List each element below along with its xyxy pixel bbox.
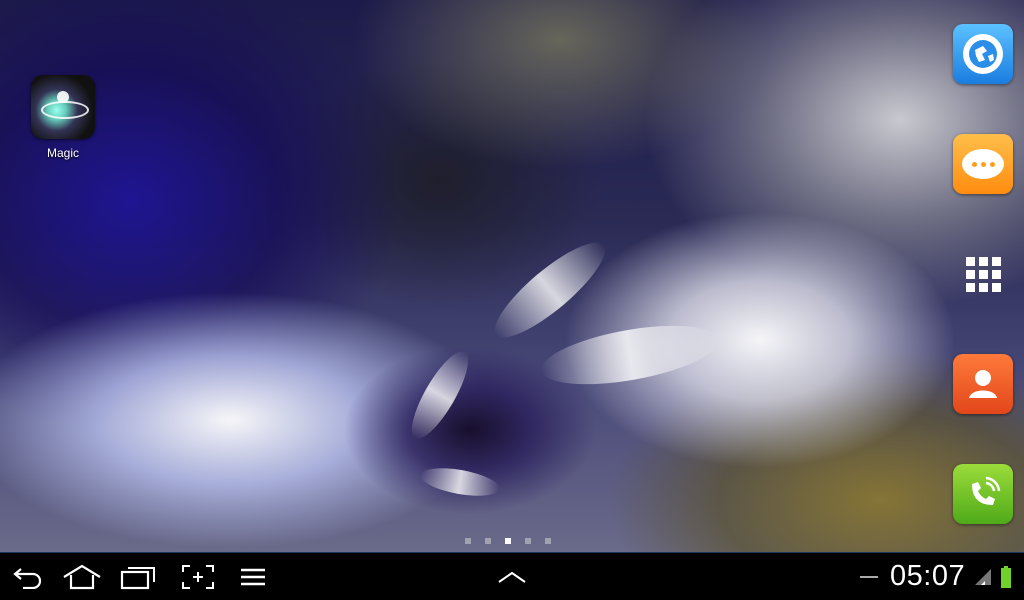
- phone-icon: [972, 476, 1001, 505]
- wallpaper-streak: [418, 463, 502, 501]
- signal-icon: [975, 569, 991, 585]
- wallpaper: [0, 0, 1024, 552]
- chat-bubble-icon: [962, 149, 1004, 179]
- back-button[interactable]: [10, 561, 46, 593]
- dock-messages-button[interactable]: [953, 134, 1013, 194]
- page-dot[interactable]: [485, 538, 491, 544]
- home-icon: [63, 564, 101, 590]
- menu-button[interactable]: [238, 561, 268, 593]
- page-indicator: [465, 538, 551, 544]
- page-dot[interactable]: [545, 538, 551, 544]
- app-drawer-handle[interactable]: [496, 561, 528, 593]
- shortcut-magic[interactable]: Magic: [28, 75, 98, 160]
- contact-icon: [969, 370, 997, 398]
- clock: 05:07: [890, 560, 966, 592]
- wallpaper-streak: [402, 344, 478, 446]
- magic-app-icon[interactable]: [31, 75, 95, 139]
- shortcut-label: Magic: [46, 146, 79, 160]
- dock-phone-button[interactable]: [953, 464, 1013, 524]
- dock-contacts-button[interactable]: [953, 354, 1013, 414]
- page-dot[interactable]: [525, 538, 531, 544]
- battery-icon: [1001, 566, 1011, 588]
- page-dot[interactable]: [465, 538, 471, 544]
- recent-apps-icon: [120, 567, 155, 590]
- wallpaper-streak: [537, 314, 723, 396]
- page-dot-active[interactable]: [505, 538, 511, 544]
- globe-icon: [963, 34, 1003, 74]
- wallpaper-streak: [483, 229, 617, 351]
- menu-icon: [241, 568, 265, 586]
- app-grid-icon: [965, 256, 1001, 292]
- home-button[interactable]: [62, 561, 102, 593]
- screenshot-button[interactable]: [180, 561, 216, 593]
- chevron-up-icon: [498, 571, 526, 583]
- recent-apps-button[interactable]: [120, 561, 158, 593]
- minus-icon: [860, 576, 878, 578]
- dock-browser-button[interactable]: [953, 24, 1013, 84]
- back-icon: [13, 568, 42, 589]
- screenshot-icon: [182, 565, 214, 589]
- dock-apps-button[interactable]: [953, 244, 1013, 304]
